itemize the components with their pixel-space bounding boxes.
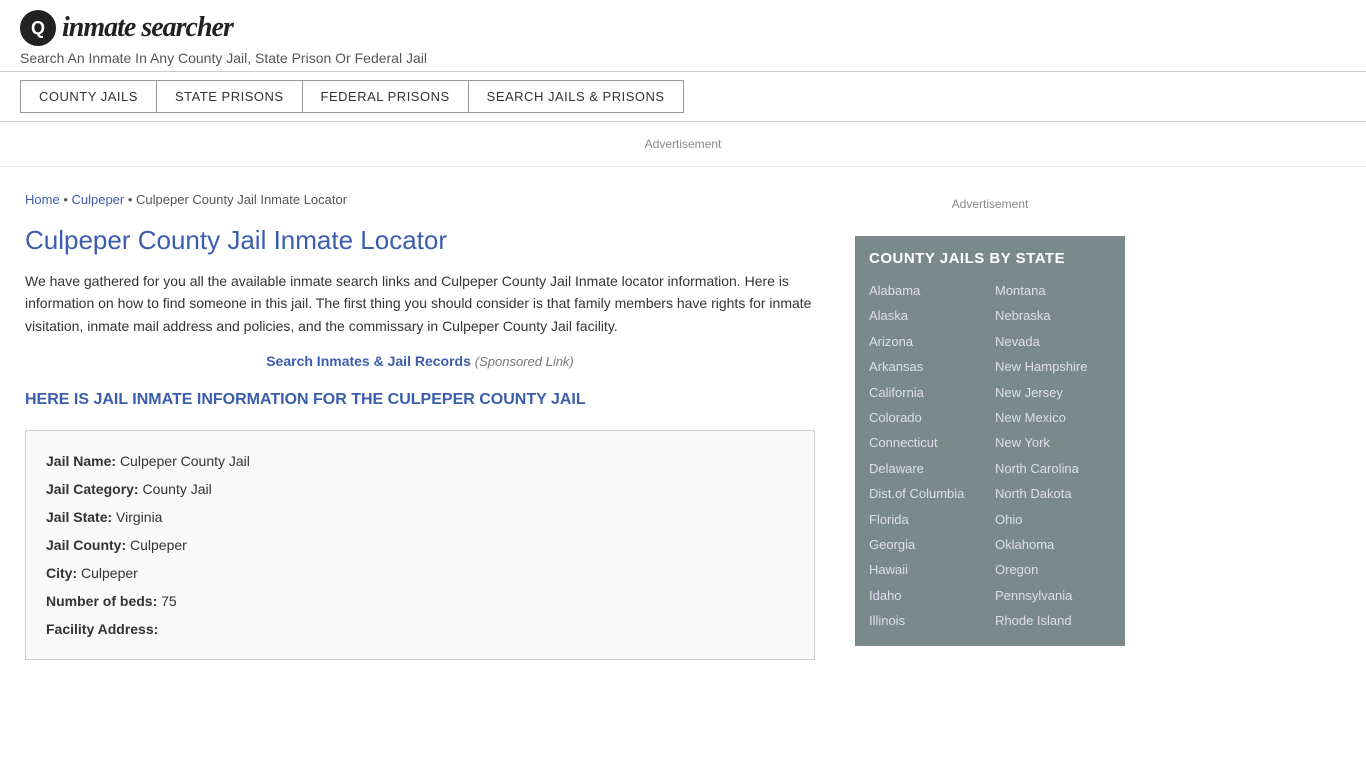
state-new-jersey[interactable]: New Jersey [995,381,1111,404]
field-jail-name: Jail Name: Culpeper County Jail [46,447,794,475]
jail-info-box: Jail Name: Culpeper County Jail Jail Cat… [25,430,815,660]
field-beds: Number of beds: 75 [46,587,794,615]
state-col-left: Alabama Alaska Arizona Arkansas Californ… [869,279,985,632]
tagline: Search An Inmate In Any County Jail, Sta… [20,50,1346,66]
sponsored-link-container: Search Inmates & Jail Records (Sponsored… [25,353,815,369]
nav-search-jails-prisons[interactable]: SEARCH JAILS & PRISONS [468,80,684,113]
state-arkansas[interactable]: Arkansas [869,355,985,378]
nav-federal-prisons[interactable]: FEDERAL PRISONS [302,80,468,113]
state-new-york[interactable]: New York [995,431,1111,454]
logo-text: inmate searcher [62,12,233,44]
state-new-hampshire[interactable]: New Hampshire [995,355,1111,378]
state-dc[interactable]: Dist.of Columbia [869,482,985,505]
main-nav: COUNTY JAILS STATE PRISONS FEDERAL PRISO… [0,72,1366,122]
state-oregon[interactable]: Oregon [995,558,1111,581]
logo-icon: Q [20,10,56,46]
field-address: Facility Address: [46,615,794,643]
state-nevada[interactable]: Nevada [995,330,1111,353]
field-jail-county: Jail County: Culpeper [46,531,794,559]
field-jail-category: Jail Category: County Jail [46,475,794,503]
state-arizona[interactable]: Arizona [869,330,985,353]
state-florida[interactable]: Florida [869,508,985,531]
state-connecticut[interactable]: Connecticut [869,431,985,454]
state-georgia[interactable]: Georgia [869,533,985,556]
state-hawaii[interactable]: Hawaii [869,558,985,581]
sidebar-ad: Advertisement [855,187,1125,221]
state-idaho[interactable]: Idaho [869,584,985,607]
state-pennsylvania[interactable]: Pennsylvania [995,584,1111,607]
state-new-mexico[interactable]: New Mexico [995,406,1111,429]
state-rhode-island[interactable]: Rhode Island [995,609,1111,632]
breadcrumb-home[interactable]: Home [25,192,60,207]
state-list-title: COUNTY JAILS BY STATE [869,250,1111,267]
state-montana[interactable]: Montana [995,279,1111,302]
field-jail-state: Jail State: Virginia [46,503,794,531]
state-north-dakota[interactable]: North Dakota [995,482,1111,505]
sponsored-label: (Sponsored Link) [475,354,574,369]
main-content: Home • Culpeper • Culpeper County Jail I… [0,177,840,705]
body-text: We have gathered for you all the availab… [25,270,815,337]
site-header: Q inmate searcher Search An Inmate In An… [0,0,1366,72]
state-col-right: Montana Nebraska Nevada New Hampshire Ne… [995,279,1111,632]
state-alabama[interactable]: Alabama [869,279,985,302]
sidebar: Advertisement COUNTY JAILS BY STATE Alab… [840,177,1140,705]
main-layout: Home • Culpeper • Culpeper County Jail I… [0,177,1366,705]
state-list-box: COUNTY JAILS BY STATE Alabama Alaska Ari… [855,236,1125,646]
state-north-carolina[interactable]: North Carolina [995,457,1111,480]
state-alaska[interactable]: Alaska [869,304,985,327]
breadcrumb-current: Culpeper County Jail Inmate Locator [136,192,347,207]
state-delaware[interactable]: Delaware [869,457,985,480]
nav-county-jails[interactable]: COUNTY JAILS [20,80,156,113]
state-illinois[interactable]: Illinois [869,609,985,632]
sponsored-link[interactable]: Search Inmates & Jail Records [266,353,471,369]
state-california[interactable]: California [869,381,985,404]
state-colorado[interactable]: Colorado [869,406,985,429]
state-ohio[interactable]: Ohio [995,508,1111,531]
breadcrumb-parent[interactable]: Culpeper [71,192,124,207]
state-nebraska[interactable]: Nebraska [995,304,1111,327]
field-city: City: Culpeper [46,559,794,587]
state-columns: Alabama Alaska Arizona Arkansas Californ… [869,279,1111,632]
breadcrumb: Home • Culpeper • Culpeper County Jail I… [25,192,815,207]
nav-state-prisons[interactable]: STATE PRISONS [156,80,302,113]
section-header: HERE IS JAIL INMATE INFORMATION FOR THE … [25,389,815,411]
page-title: Culpeper County Jail Inmate Locator [25,225,815,256]
top-ad-bar: Advertisement [0,122,1366,167]
state-oklahoma[interactable]: Oklahoma [995,533,1111,556]
